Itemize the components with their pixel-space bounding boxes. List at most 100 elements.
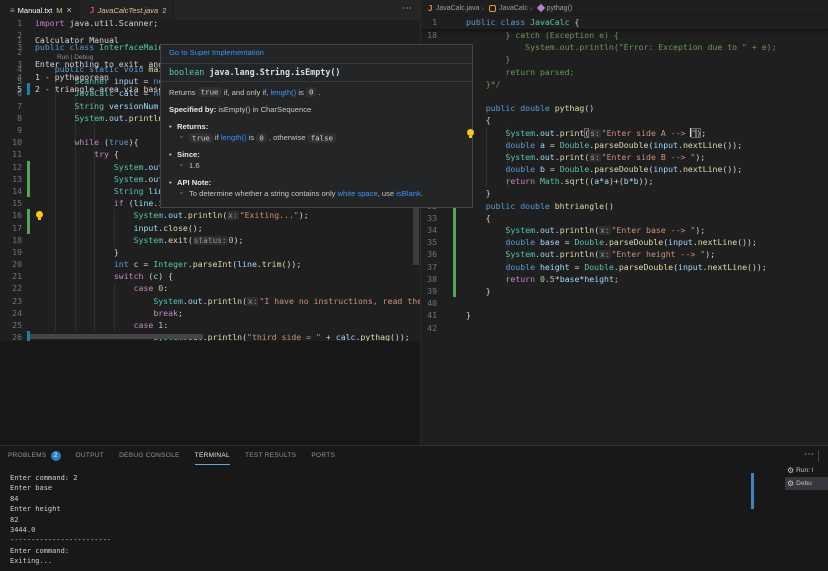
line-number: 26 (0, 331, 22, 341)
line-number: 1 (0, 34, 22, 46)
code-line[interactable]: 20 int c = Integer.parseInt(line.trim())… (0, 258, 420, 270)
code-line[interactable]: 37 double height = Double.parseDouble(in… (421, 261, 828, 273)
line-number: 23 (0, 295, 22, 307)
code-line[interactable]: 42 (421, 322, 828, 334)
code-line[interactable]: 24 public double pythag() (421, 102, 828, 114)
breadcrumb: JJavaCalc.java›JavaCalc›pythag() (421, 0, 828, 16)
doc-link[interactable]: white space (338, 189, 378, 198)
horizontal-scrollbar[interactable] (30, 334, 203, 339)
terminal-line: Exiting... (10, 556, 111, 566)
gutter-change-marker (453, 261, 456, 273)
line-number: 41 (421, 309, 437, 321)
lightbulb-icon[interactable] (467, 129, 474, 136)
code-line[interactable]: 31 } (421, 187, 828, 199)
bottom-panel: PROBLEMS2 OUTPUT DEBUG CONSOLE TERMINAL TEST… (0, 445, 828, 571)
terminal-session-item[interactable]: ⚙Run: I (785, 464, 828, 477)
tooltip-text: To determine whether a string contains o… (189, 189, 338, 198)
code-line[interactable]: 40 (421, 297, 828, 309)
panel-tab-debug-console[interactable]: DEBUG CONSOLE (119, 446, 180, 465)
panel-tab-test-results[interactable]: TEST RESULTS (245, 446, 296, 465)
tooltip-text: boolean (169, 67, 209, 77)
code-line[interactable]: 38 return 0.5*base*height; (421, 273, 828, 285)
tooltip-text: if, and only if, (222, 88, 271, 97)
tab-manual-txt[interactable]: ≡ Manual.txt M × (0, 0, 80, 20)
breadcrumb-item[interactable]: pythag() (547, 5, 573, 12)
tab-label: JavaCalcTest.java (98, 6, 159, 15)
code-line[interactable]: 41} (421, 309, 828, 321)
code-line[interactable]: 28 System.out.print(s:"Enter side B --> … (421, 151, 828, 163)
panel-tab-terminal[interactable]: TERMINAL (195, 446, 230, 465)
code-line[interactable]: 18 System.exit(status:0); (0, 234, 420, 246)
doc-link[interactable]: Go to Super Implementation (169, 48, 264, 57)
code-line[interactable]: 33 { (421, 212, 828, 224)
tooltip-text: Since: (177, 150, 200, 159)
line-number: 11 (0, 148, 22, 160)
code-line[interactable]: 34 System.out.println(x:"Enter base --> … (421, 224, 828, 236)
terminal-session-item[interactable]: ⚙Debu (785, 477, 828, 490)
code-line[interactable]: 1public class JavaCalc { (421, 16, 828, 29)
line-number: 12 (0, 161, 22, 173)
terminal-output[interactable]: Enter command: 2Enter base84Enter height… (10, 473, 111, 567)
java-file-icon: J (90, 6, 95, 15)
close-icon[interactable]: × (67, 5, 72, 15)
panel-more-actions-icon[interactable]: ⋯ (804, 449, 814, 460)
breadcrumb-item[interactable]: JavaCalc (499, 5, 528, 12)
panel-tab-bar: PROBLEMS2 OUTPUT DEBUG CONSOLE TERMINAL TEST… (0, 446, 828, 465)
code-line[interactable]: 19 } (0, 246, 420, 258)
line-number: 22 (0, 282, 22, 294)
tooltip-text: if (213, 133, 221, 142)
line-number: 33 (421, 212, 437, 224)
sticky-scroll-line[interactable]: 1public class JavaCalc { (421, 16, 828, 29)
tooltip-text: Returns: (177, 122, 208, 131)
code-line[interactable]: 29 double b = Double.parseDouble(input.n… (421, 163, 828, 175)
panel-tab-ports[interactable]: PORTS (311, 446, 335, 465)
doc-link[interactable]: isBlank (396, 189, 420, 198)
code-line[interactable]: 32 public double bhtriangle() (421, 200, 828, 212)
code-line[interactable]: 21 switch (c) { (0, 270, 420, 282)
code-line[interactable]: 35 double base = Double.parseDouble(inpu… (421, 236, 828, 248)
code-line[interactable]: 17 input.close(); (0, 222, 420, 234)
terminal-line: 3444.0 (10, 525, 111, 535)
terminal-line: 84 (10, 494, 111, 504)
editor-actions-more-icon[interactable]: ⋯ (402, 3, 412, 14)
line-number: 4 (0, 71, 22, 83)
tooltip-text: , use (378, 189, 397, 198)
tab-label: Manual.txt (18, 6, 53, 15)
panel-tab-problems[interactable]: PROBLEMS2 (8, 446, 61, 465)
tooltip-text: . (421, 189, 423, 198)
problems-count-badge: 2 (51, 451, 61, 461)
line-number: 3 (0, 58, 22, 70)
doc-link[interactable]: length() (221, 133, 247, 142)
terminal-session-list: ⚙Run: I⚙Debu (785, 464, 828, 490)
line-number: 9 (0, 124, 22, 136)
code-line[interactable]: 24 break; (0, 307, 420, 319)
tooltip-text: 0 (306, 87, 316, 97)
code-line[interactable]: 26 System.out.print(s:"Enter side A --> … (421, 127, 828, 139)
code-line[interactable]: 16 System.out.println(x:"Exiting..."); (0, 209, 420, 221)
line-number: 2 (0, 46, 22, 58)
line-number: 37 (421, 261, 437, 273)
code-line[interactable]: 39 } (421, 285, 828, 297)
breadcrumb-item[interactable]: JavaCalc.java (436, 5, 480, 12)
code-line[interactable]: 22 case 0: (0, 282, 420, 294)
gutter-change-marker (453, 273, 456, 285)
tooltip-text: isEmpty() in CharSequence (216, 105, 311, 114)
code-line[interactable]: 36 System.out.println(x:"Enter height --… (421, 248, 828, 260)
code-line[interactable]: 25 case 1: (0, 319, 420, 331)
line-number: 18 (0, 234, 22, 246)
line-number: 5 (0, 83, 22, 95)
code-line[interactable]: 25 { (421, 114, 828, 126)
terminal-scrollbar[interactable] (751, 473, 754, 509)
line-number: 20 (0, 258, 22, 270)
terminal-line: Enter command: (10, 546, 111, 556)
code-line[interactable]: 30 return Math.sqrt((a*a)+(b*b)); (421, 175, 828, 187)
doc-link[interactable]: length() (270, 88, 296, 97)
tab-javacalctest-java[interactable]: J JavaCalcTest.java 2 (80, 0, 175, 20)
editor-tab-bar: ≡ Manual.txt M × J JavaCalcTest.java 2 ⋯ (0, 0, 420, 20)
line-number: 8 (0, 112, 22, 124)
line-number: 35 (421, 236, 437, 248)
code-line[interactable]: 27 double a = Double.parseDouble(input.n… (421, 139, 828, 151)
code-line[interactable]: 23 System.out.println(x:"I have no instr… (0, 295, 420, 307)
terminal-line: Enter command: 2 (10, 473, 111, 483)
panel-tab-output[interactable]: OUTPUT (76, 446, 105, 465)
